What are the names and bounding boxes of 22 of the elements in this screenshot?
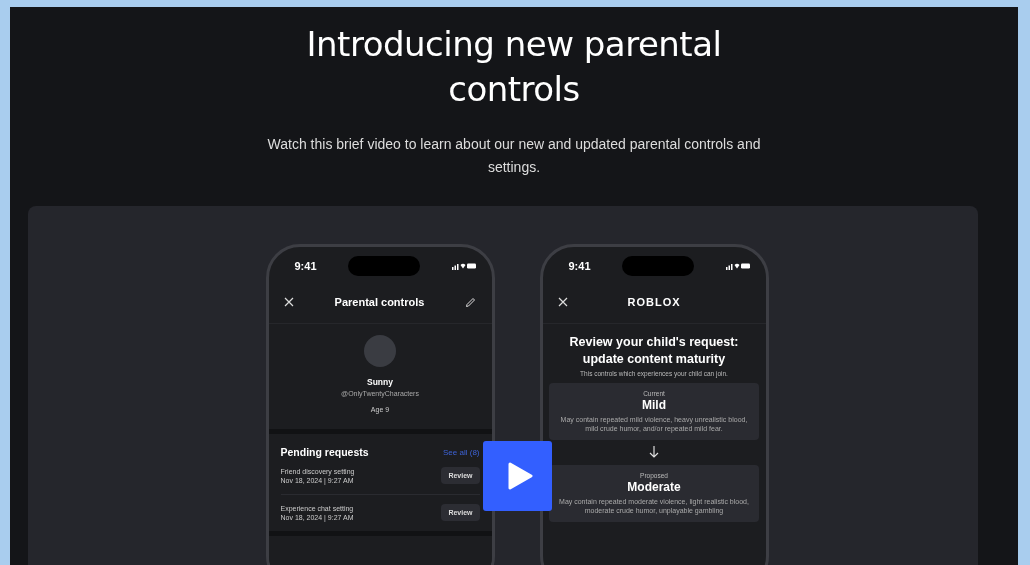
page-subtitle: Watch this brief video to learn about our new and updated parental controls and settings. — [266, 135, 762, 177]
maturity-level: Moderate — [627, 480, 681, 494]
section-title: Pending requests — [280, 446, 369, 458]
close-icon[interactable] — [557, 297, 568, 307]
camera-notch — [622, 256, 694, 276]
profile-name: Sunny — [367, 377, 393, 387]
camera-notch — [348, 256, 420, 276]
play-button[interactable] — [482, 441, 552, 511]
page-title: Introducing new parental controls — [305, 23, 723, 111]
status-icons — [451, 262, 476, 270]
down-arrow-icon — [649, 445, 659, 459]
status-time: 9:41 — [568, 260, 591, 272]
screen-title: Parental controls — [334, 296, 425, 308]
request-heading: Review your child's request: update content maturity — [568, 334, 740, 368]
status-time: 9:41 — [294, 260, 317, 272]
maturity-level: Mild — [642, 398, 666, 412]
play-icon — [507, 462, 533, 490]
brand-logo: ROBLOX — [627, 296, 681, 308]
status-icons — [725, 262, 750, 270]
avatar — [364, 335, 396, 367]
pencil-icon[interactable] — [465, 296, 477, 308]
close-icon[interactable] — [283, 297, 294, 307]
